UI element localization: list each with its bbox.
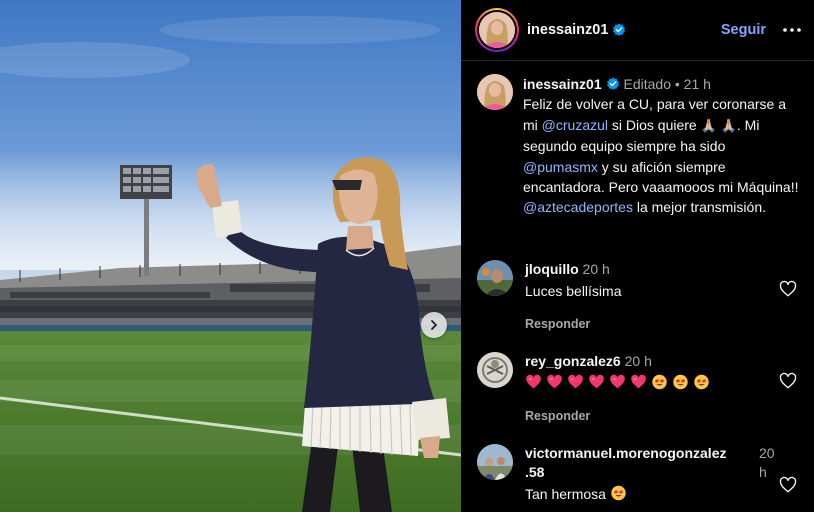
post-caption: inessainz01 Editado • 21 h Feliz de volv… xyxy=(461,61,814,218)
heart-eyes-emoji-icon xyxy=(694,374,709,390)
more-options-button[interactable] xyxy=(782,20,802,40)
profile-picture xyxy=(477,444,513,480)
mention-link[interactable]: @aztecadeportes xyxy=(523,199,633,215)
more-options-icon xyxy=(783,28,801,32)
post-time[interactable]: 21 h xyxy=(684,76,711,92)
header-username[interactable]: inessainz01 xyxy=(527,22,608,38)
profile-picture xyxy=(477,352,513,388)
profile-picture xyxy=(477,260,513,296)
avatar[interactable] xyxy=(477,74,513,110)
comment-text: Luces bellísima xyxy=(525,283,622,299)
comment-text: Tan hermosa xyxy=(525,486,606,502)
reply-button[interactable]: Responder xyxy=(525,407,765,426)
heart-emoji-icon xyxy=(526,374,541,389)
follow-button[interactable]: Seguir xyxy=(721,22,766,38)
stadium-scene xyxy=(0,16,461,512)
mention-link[interactable]: @cruzazul xyxy=(542,117,608,133)
story-ring[interactable] xyxy=(475,8,519,52)
heart-emoji-icon xyxy=(568,374,583,389)
heart-emoji-icon xyxy=(631,374,646,389)
heart-emoji-icon xyxy=(589,374,604,389)
caption-text-5: la mejor transmisión. xyxy=(632,199,766,216)
comment-username-cont[interactable]: .58 xyxy=(525,464,544,480)
verified-badge-icon xyxy=(606,77,619,90)
post-details-panel: inessainz01 Seguir inessainz01 Editado • xyxy=(461,0,814,512)
like-heart-icon[interactable] xyxy=(779,372,797,390)
comment-item: jloquillo 20 h Luces bellísima Responder xyxy=(477,260,799,334)
avatar[interactable] xyxy=(477,352,513,388)
comment-item: rey_gonzalez6 20 h Responder xyxy=(477,352,799,426)
post-photo[interactable] xyxy=(0,0,461,512)
verified-badge-icon xyxy=(613,23,626,36)
comment-time: 20 h xyxy=(624,353,652,369)
comment-text-wrap: Tan hermosa xyxy=(525,485,775,504)
pray-emoji: 🙏🏼 xyxy=(700,117,717,133)
heart-eyes-emoji-icon xyxy=(652,374,667,390)
like-heart-icon[interactable] xyxy=(779,280,797,298)
comment-username[interactable]: rey_gonzalez6 xyxy=(525,353,621,369)
post-header: inessainz01 Seguir xyxy=(461,0,814,61)
avatar xyxy=(479,12,515,48)
profile-picture xyxy=(479,12,515,48)
caption-text: inessainz01 Editado • 21 h Feliz de volv… xyxy=(523,74,800,218)
avatar[interactable] xyxy=(477,260,513,296)
heart-eyes-emoji-icon xyxy=(611,485,626,501)
heart-emoji-icon xyxy=(610,374,625,389)
profile-picture xyxy=(477,74,513,110)
edited-label: Editado xyxy=(623,76,671,92)
caption-username[interactable]: inessainz01 xyxy=(523,76,602,92)
comment-time-block: 20 h xyxy=(759,444,775,482)
comment-time-unit: h xyxy=(759,464,767,480)
caption-text-2: si Dios quiere xyxy=(608,116,701,133)
chevron-right-icon xyxy=(431,320,437,330)
meta-separator: • xyxy=(674,76,680,92)
reply-button[interactable]: Responder xyxy=(525,315,765,334)
like-heart-icon[interactable] xyxy=(779,476,797,494)
pray-emoji: 🙏🏼 xyxy=(720,117,737,133)
carousel-next-button[interactable] xyxy=(421,312,447,338)
avatar[interactable] xyxy=(477,444,513,480)
mention-link[interactable]: @pumasmx xyxy=(523,159,598,175)
heart-eyes-emoji-icon xyxy=(673,374,688,390)
comment-item: victormanuel.morenogonzalez .58 Tan herm… xyxy=(477,444,799,504)
comment-username[interactable]: jloquillo xyxy=(525,261,579,277)
comment-time: 20 xyxy=(759,445,775,461)
comment-username[interactable]: victormanuel.morenogonzalez xyxy=(525,445,726,461)
heart-emoji-icon xyxy=(547,374,562,389)
comment-emoji-row xyxy=(525,374,765,393)
comment-time: 20 h xyxy=(582,261,610,277)
